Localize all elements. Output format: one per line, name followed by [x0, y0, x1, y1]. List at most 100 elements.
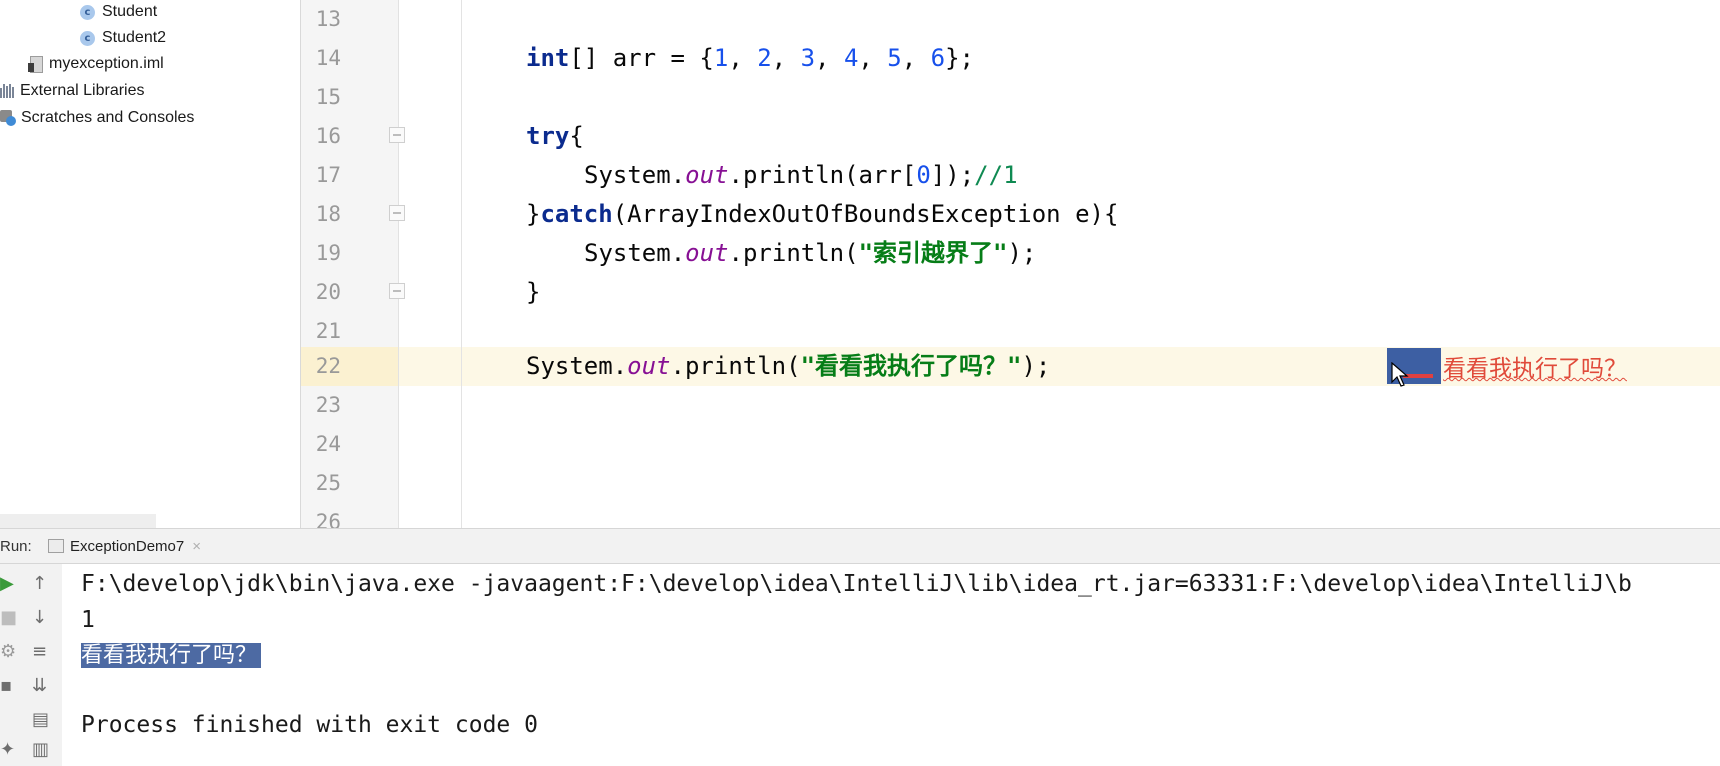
stop-icon[interactable]: ■ [0, 608, 17, 628]
code-text: , [901, 44, 931, 72]
tree-item-label: Student [102, 3, 158, 20]
up-arrow-icon[interactable]: ↑ [32, 574, 47, 594]
code-text: }; [945, 44, 975, 72]
run-label: Run: [0, 538, 32, 555]
pin-icon[interactable]: ✦ [0, 740, 15, 760]
console-line-exit: Process finished with exit code 0 [81, 712, 538, 738]
run-panel-header: Run: ExceptionDemo7 × [0, 528, 1720, 564]
scratches-icon [0, 110, 16, 126]
project-tree: c Student c Student2 myexception.iml Ext… [0, 0, 300, 528]
code-line-17[interactable]: System.out.println(arr[0]);//1 [584, 156, 1018, 195]
run-tab[interactable]: ExceptionDemo7 × [48, 529, 201, 563]
keyword: try [526, 122, 570, 150]
code-line-20[interactable]: } [526, 273, 540, 312]
fold-marker-icon[interactable] [389, 127, 405, 143]
tree-item-label: Scratches and Consoles [21, 109, 195, 126]
static-field: out [685, 161, 729, 189]
run-toolbar: ▶ ↑ ■ ↓ ⚙ ≡ ▪ ⇊ ▤ ✦ ▥ [0, 564, 63, 766]
code-line-14[interactable]: int[] arr = {1, 2, 3, 4, 5, 6}; [526, 39, 974, 78]
number-literal: 2 [757, 44, 772, 72]
console-line-command: F:\develop\jdk\bin\java.exe -javaagent:F… [81, 571, 1632, 597]
scroll-to-end-icon[interactable]: ⇊ [32, 676, 47, 696]
indent-guide [461, 0, 462, 528]
code-text: ); [1021, 352, 1051, 380]
editor-gutter[interactable]: 13 14 15 16 17 18 19 20 21 22 23 24 25 2… [301, 0, 405, 534]
code-text: System. [584, 161, 686, 189]
code-text: } [526, 200, 541, 228]
number-literal: 0 [916, 161, 931, 189]
code-text: (ArrayIndexOutOfBoundsException e){ [612, 200, 1119, 228]
console-output[interactable]: F:\develop\jdk\bin\java.exe -javaagent:F… [62, 564, 1720, 766]
iml-file-icon [28, 55, 43, 73]
code-text: , [728, 44, 758, 72]
code-text: { [569, 122, 584, 150]
line-number: 16 [315, 124, 341, 148]
close-icon[interactable]: × [192, 538, 201, 555]
layout-icon[interactable]: ▪ [0, 676, 12, 696]
line-number: 21 [315, 319, 341, 343]
keyword: catch [540, 200, 613, 228]
soft-wrap-icon[interactable]: ≡ [32, 642, 47, 662]
code-text: System. [526, 352, 628, 380]
code-editor[interactable]: 13 14 15 16 17 18 19 20 21 22 23 24 25 2… [300, 0, 1720, 534]
code-line-19[interactable]: System.out.println("索引越界了"); [584, 234, 1036, 273]
trash-icon[interactable]: ▥ [32, 740, 49, 760]
code-text: System. [584, 239, 686, 267]
code-text: } [526, 278, 541, 306]
tree-item-student[interactable]: c Student [80, 0, 157, 24]
code-text: , [858, 44, 888, 72]
code-text: [] arr = { [569, 44, 714, 72]
inline-text-hint: 看看我执行了吗？ [1387, 348, 1627, 384]
print-icon[interactable]: ▤ [32, 710, 49, 730]
number-literal: 5 [887, 44, 902, 72]
code-text: , [815, 44, 844, 72]
libraries-icon [0, 84, 14, 98]
line-number: 23 [315, 393, 341, 417]
code-line-22[interactable]: System.out.println("看看我执行了吗？"); [526, 347, 1050, 386]
comment: //1 [974, 161, 1018, 189]
line-number: 13 [315, 7, 341, 31]
keyword: int [526, 44, 570, 72]
line-number: 19 [315, 241, 341, 265]
line-number: 25 [315, 471, 341, 495]
tree-item-student2[interactable]: c Student2 [80, 26, 166, 50]
mouse-cursor-icon [1391, 362, 1409, 387]
static-field: out [627, 352, 671, 380]
console-tab-icon [48, 539, 64, 553]
down-arrow-icon[interactable]: ↓ [32, 608, 47, 628]
line-number: 20 [315, 280, 341, 304]
code-text: .println( [728, 239, 859, 267]
code-text: .println(arr[ [728, 161, 917, 189]
tree-item-label: Student2 [102, 29, 167, 46]
line-number: 17 [315, 163, 341, 187]
code-text: , [771, 44, 801, 72]
tree-item-label: myexception.iml [49, 55, 164, 72]
line-number: 15 [315, 85, 341, 109]
number-literal: 3 [800, 44, 816, 72]
code-text: .println( [670, 352, 801, 380]
string-literal: "看看我执行了吗？" [800, 352, 1022, 380]
tree-item-label: External Libraries [20, 82, 145, 99]
tree-item-external-libraries[interactable]: External Libraries [0, 79, 145, 103]
string-literal: "索引越界了" [858, 239, 1008, 267]
fold-marker-icon[interactable] [389, 205, 405, 221]
tree-item-iml[interactable]: myexception.iml [28, 52, 164, 76]
code-text: ); [1007, 239, 1037, 267]
fold-marker-icon[interactable] [389, 283, 405, 299]
ghost-text: 看看我执行了吗？ [1443, 356, 1627, 382]
horizontal-scrollbar[interactable] [0, 514, 156, 528]
code-line-16[interactable]: try{ [526, 117, 584, 156]
code-line-18[interactable]: }catch(ArrayIndexOutOfBoundsException e)… [526, 195, 1118, 234]
line-number: 22 [315, 354, 341, 378]
rerun-icon[interactable]: ▶ [0, 574, 14, 594]
console-line-output-selected: 看看我执行了吗？ [81, 643, 262, 668]
code-text: ]); [930, 161, 975, 189]
line-number: 24 [315, 432, 341, 456]
line-number: 14 [315, 46, 341, 70]
run-tab-title: ExceptionDemo7 [70, 537, 185, 555]
class-icon: c [80, 4, 95, 20]
line-number: 18 [315, 202, 341, 226]
settings-icon[interactable]: ⚙ [0, 642, 16, 662]
tree-item-scratches[interactable]: Scratches and Consoles [0, 106, 194, 130]
console-line-output: 1 [81, 607, 95, 633]
